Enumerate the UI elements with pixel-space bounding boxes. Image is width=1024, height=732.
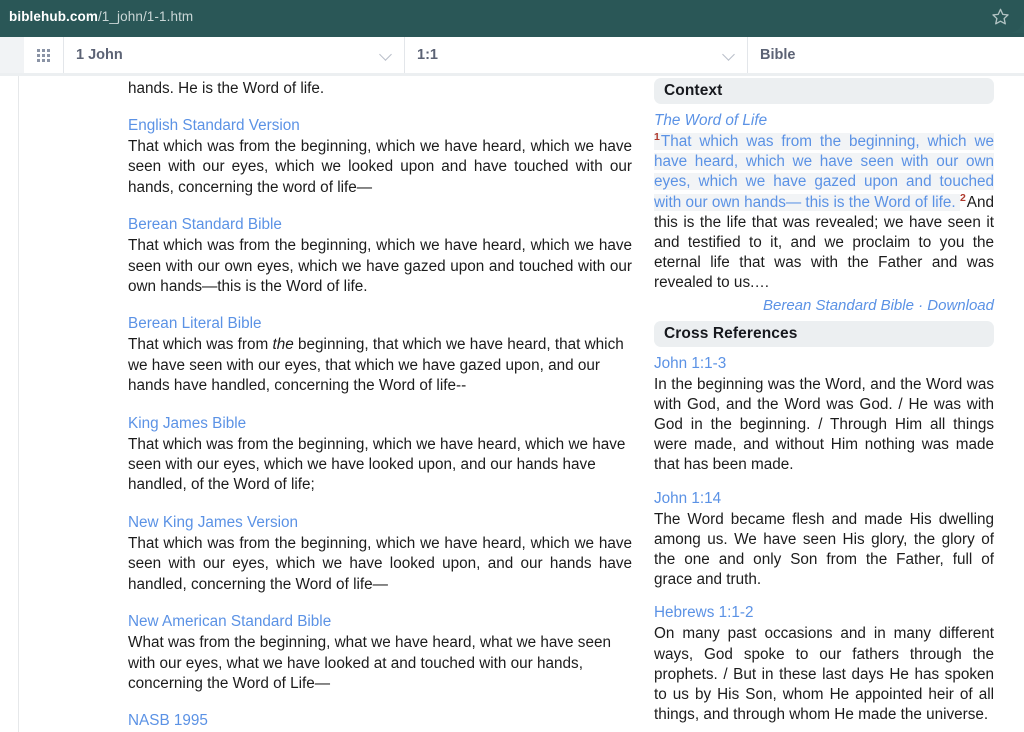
chevron-down-icon — [379, 48, 392, 61]
version-title-link[interactable]: New King James Version — [128, 513, 632, 533]
apps-grid-button[interactable] — [24, 37, 64, 73]
context-panel: Context The Word of Life 1That which was… — [654, 78, 994, 316]
version-block-nkjv: New King James Version That which was fr… — [128, 513, 632, 595]
version-selector[interactable]: Bible — [748, 37, 1024, 73]
version-block-blb: Berean Literal Bible That which was from… — [128, 314, 632, 396]
credit-version-link[interactable]: Berean Standard Bible — [763, 297, 914, 314]
version-block-nasb1995: NASB 1995 What was from the beginning, w… — [128, 711, 632, 732]
sidebar-column: Context The Word of Life 1That which was… — [654, 73, 994, 732]
version-title-link[interactable]: New American Standard Bible — [128, 612, 632, 632]
text-pre: That which was from — [128, 336, 273, 354]
version-body-text: That which was from the beginning, which… — [128, 138, 632, 196]
page-content: hands. He is the Word of life. English S… — [0, 73, 1024, 732]
url-path: /1_john/1-1.htm — [97, 9, 194, 24]
url-bar-pill[interactable]: biblehub.com/1_john/1-1.htm — [0, 0, 1024, 33]
cross-references-panel: Cross References John 1:1-3 In the begin… — [654, 320, 994, 732]
partial-verse-line: hands. He is the Word of life. — [128, 80, 325, 97]
text-italic-the: the — [272, 336, 294, 354]
context-panel-title: Context — [654, 78, 994, 104]
version-body-text: That which was from the beginning, which… — [128, 534, 632, 593]
version-block-nasb: New American Standard Bible What was fro… — [128, 612, 632, 694]
cross-references-panel-title: Cross References — [654, 320, 994, 347]
cross-reference-link[interactable]: John 1:1-3 — [654, 354, 994, 374]
book-selector-value: 1 John — [76, 47, 123, 63]
version-title-link[interactable]: NASB 1995 — [128, 711, 632, 731]
credit-separator: · — [913, 296, 928, 314]
version-title-link[interactable]: King James Bible — [128, 414, 632, 434]
version-title-link[interactable]: English Standard Version — [128, 116, 632, 136]
cross-reference-item: Hebrews 1:1-2 On many past occasions and… — [654, 603, 994, 725]
context-credit: Berean Standard Bible · Download — [654, 296, 994, 316]
version-body-text: That which was from the beginning, that … — [128, 335, 632, 396]
cross-reference-item: John 1:14 The Word became flesh and made… — [654, 489, 994, 591]
verse-1-highlight: 1That which was from the beginning, whic… — [654, 130, 994, 211]
chapter-verse-selector[interactable]: 1:1 — [405, 37, 748, 73]
verse-number: 2 — [959, 191, 966, 204]
translations-column: hands. He is the Word of life. English S… — [128, 73, 632, 732]
chevron-down-icon — [722, 48, 735, 61]
url-host: biblehub.com — [9, 9, 98, 24]
download-link[interactable]: Download — [927, 297, 994, 314]
book-selector[interactable]: 1 John — [64, 37, 405, 73]
version-block-bsb: Berean Standard Bible That which was fro… — [128, 215, 632, 297]
cross-reference-link[interactable]: Hebrews 1:1-2 — [654, 603, 994, 623]
version-title-link[interactable]: Berean Literal Bible — [128, 314, 632, 334]
url-text[interactable]: biblehub.com/1_john/1-1.htm — [9, 9, 193, 24]
version-block-esv: English Standard Version That which was … — [128, 116, 632, 198]
browser-url-bar: biblehub.com/1_john/1-1.htm — [0, 0, 1024, 33]
version-title-link[interactable]: Berean Standard Bible — [128, 215, 632, 235]
context-passage: 1That which was from the beginning, whic… — [654, 132, 994, 294]
page-left-gutter — [18, 76, 19, 732]
cross-reference-text: The Word became flesh and made His dwell… — [654, 510, 994, 589]
chapter-verse-value: 1:1 — [417, 47, 438, 63]
version-selector-value: Bible — [760, 47, 796, 63]
cross-reference-text: In the beginning was the Word, and the W… — [654, 375, 994, 474]
grid-icon — [37, 48, 50, 62]
verse-number: 1 — [654, 130, 660, 143]
nav-left-spacer — [0, 37, 24, 73]
version-body-text: That which was from the beginning, which… — [128, 435, 626, 494]
verse-1-text: That which was from the beginning, which… — [654, 133, 994, 211]
version-body-text: That which was from the beginning, which… — [128, 237, 632, 296]
version-body-text: What was from the beginning, what we hav… — [128, 634, 611, 692]
cross-reference-item: John 1:1-3 In the beginning was the Word… — [654, 354, 994, 476]
star-icon[interactable] — [991, 7, 1010, 26]
cross-reference-link[interactable]: John 1:14 — [654, 489, 994, 509]
site-nav-bar: 1 John 1:1 Bible — [0, 37, 1024, 73]
context-section-heading[interactable]: The Word of Life — [654, 111, 994, 131]
version-block-kjv: King James Bible That which was from the… — [128, 414, 632, 496]
cross-reference-text: On many past occasions and in many diffe… — [654, 625, 994, 724]
